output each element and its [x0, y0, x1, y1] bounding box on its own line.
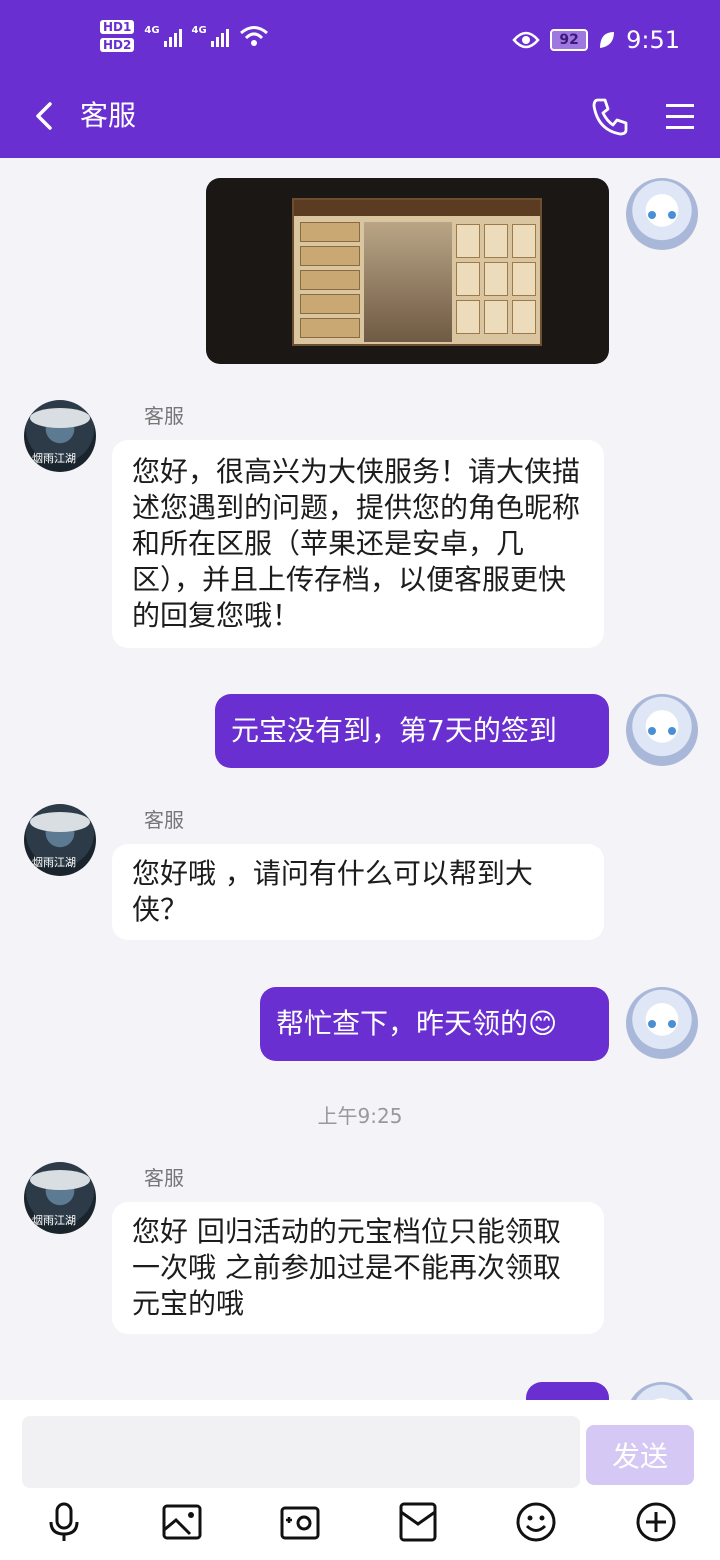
phone-icon[interactable]	[588, 94, 632, 138]
agent-avatar-tag: 烟雨江湖	[32, 856, 76, 869]
agent-avatar[interactable]: 烟雨江湖	[24, 804, 96, 876]
agent-avatar[interactable]: 烟雨江湖	[24, 1162, 96, 1234]
user-message[interactable]: 帮忙查下，昨天领的😊	[260, 987, 609, 1061]
back-icon[interactable]	[26, 96, 66, 136]
agent-avatar[interactable]: 烟雨江湖	[24, 400, 96, 472]
signal-icon: 4G	[144, 25, 182, 47]
camera-icon[interactable]	[278, 1500, 322, 1544]
user-message-partial[interactable]	[526, 1382, 609, 1400]
clock: 9:51	[626, 26, 680, 54]
page-title: 客服	[80, 99, 137, 132]
hd1-badge: HD1	[100, 20, 135, 34]
user-avatar[interactable]	[626, 694, 698, 766]
user-avatar[interactable]	[626, 1382, 698, 1400]
agent-message[interactable]: 您好 回归活动的元宝档位只能领取一次哦 之前参加过是不能再次领取元宝的哦	[112, 1202, 604, 1334]
hd2-badge: HD2	[100, 38, 135, 52]
network-indicators: HD1 HD2 4G 4G	[100, 20, 269, 52]
chat-header: 客服	[0, 82, 720, 158]
network-type-1: 4G	[144, 25, 160, 36]
user-message-text: 帮忙查下，昨天领的	[276, 1007, 529, 1040]
agent-message[interactable]: 您好，很高兴为大侠服务！请大侠描述您遇到的问题，提供您的角色昵称和所在区服（苹果…	[112, 440, 604, 648]
status-bar: HD1 HD2 4G 4G 92 9:51	[0, 0, 720, 82]
send-button[interactable]: 发送	[586, 1425, 694, 1485]
menu-icon[interactable]	[662, 98, 698, 134]
sender-name: 客服	[144, 1166, 184, 1190]
message-input[interactable]	[22, 1416, 580, 1488]
microphone-icon[interactable]	[42, 1500, 86, 1544]
timestamp: 上午9:25	[317, 1104, 403, 1128]
wifi-icon	[239, 26, 268, 46]
box-icon[interactable]	[396, 1500, 440, 1544]
leaf-icon	[600, 32, 615, 48]
hd-badges: HD1 HD2	[100, 20, 135, 52]
user-avatar[interactable]	[626, 178, 698, 250]
user-avatar[interactable]	[626, 987, 698, 1059]
game-activity-panel	[292, 198, 542, 346]
signal-icon-2: 4G	[192, 25, 229, 47]
agent-message[interactable]: 您好哦 ，请问有什么可以帮到大侠？	[112, 844, 604, 940]
agent-avatar-tag: 烟雨江湖	[32, 1214, 76, 1227]
agent-avatar-tag: 烟雨江湖	[32, 452, 76, 465]
status-right: 92 9:51	[512, 26, 680, 54]
top-bar: HD1 HD2 4G 4G 92 9:51 客服	[0, 0, 720, 158]
plus-icon[interactable]	[634, 1500, 678, 1544]
sender-name: 客服	[144, 808, 184, 832]
smile-emoji: 😊	[528, 1007, 558, 1040]
emoji-icon[interactable]	[514, 1500, 558, 1544]
screenshot-message[interactable]	[206, 178, 609, 364]
eye-icon	[512, 31, 540, 49]
user-message[interactable]: 元宝没有到，第7天的签到	[215, 694, 609, 768]
sender-name: 客服	[144, 404, 184, 428]
image-icon[interactable]	[160, 1500, 204, 1544]
composer: 发送	[0, 1400, 720, 1560]
chat-area[interactable]: 烟雨江湖 客服 您好，很高兴为大侠服务！请大侠描述您遇到的问题，提供您的角色昵称…	[0, 158, 720, 1400]
battery-indicator: 92	[550, 29, 589, 51]
network-type-2: 4G	[191, 25, 207, 36]
